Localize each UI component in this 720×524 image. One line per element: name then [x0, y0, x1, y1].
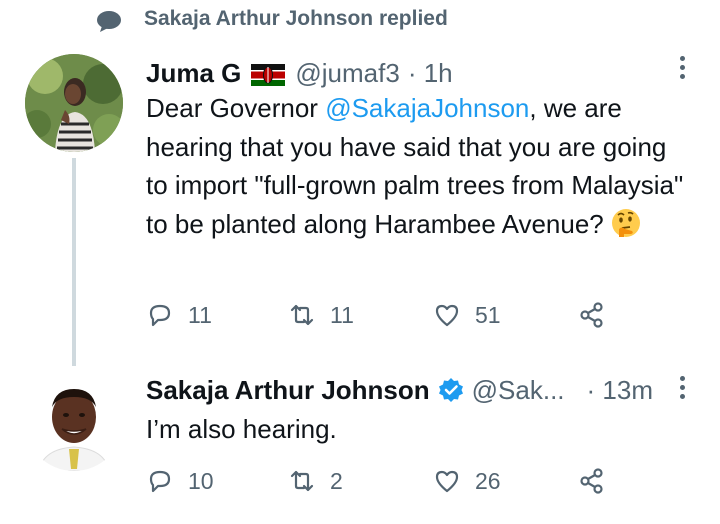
mention-link[interactable]: @SakajaJohnson [325, 93, 529, 123]
share-icon [580, 302, 603, 328]
thread-line [72, 158, 76, 366]
like-count: 26 [475, 467, 501, 494]
kenya-flag-icon [251, 62, 286, 86]
like-icon [435, 304, 459, 327]
more-icon[interactable] [677, 376, 687, 404]
tweet-actions: 11 11 51 [146, 298, 616, 332]
tweet-actions: 10 2 26 [146, 464, 616, 498]
share-button[interactable] [578, 298, 606, 332]
retweet-button[interactable]: 2 [288, 464, 343, 498]
reply-count: 11 [188, 301, 212, 328]
retweet-count: 11 [330, 301, 354, 328]
more-icon[interactable] [677, 56, 687, 84]
retweet-count: 2 [330, 467, 343, 494]
tweet-text-start: Dear Governor [146, 93, 326, 123]
like-icon [435, 470, 459, 493]
like-button[interactable]: 51 [433, 298, 501, 332]
reply-icon [149, 470, 171, 493]
tweet-header: Sakaja Arthur Johnson @Sak... · 13m [146, 372, 653, 408]
reply-button[interactable]: 11 [146, 298, 212, 332]
author-handle[interactable]: @jumaf3 [295, 58, 399, 89]
tweet-time[interactable]: · 1h [408, 58, 453, 89]
tweet-text: I’m also hearing. [146, 414, 337, 444]
avatar-sakaja-arthur-johnson[interactable] [25, 373, 123, 471]
reply-context-text: Sakaja Arthur Johnson replied [144, 7, 448, 30]
retweet-button[interactable]: 11 [288, 298, 354, 332]
like-button[interactable]: 26 [433, 464, 501, 498]
reply-button[interactable]: 10 [146, 464, 214, 498]
avatar-juma-g[interactable] [25, 54, 123, 152]
tweet-time[interactable]: · 13m [587, 375, 653, 406]
retweet-icon [290, 304, 314, 326]
reply-icon [149, 304, 171, 327]
share-button[interactable] [578, 464, 606, 498]
share-icon [580, 468, 603, 494]
tweet-text: Dear Governor @SakajaJohnson, we are hea… [146, 89, 686, 243]
tweet-header: Juma G @jumaf3 · 1h [146, 55, 453, 91]
verified-badge-icon [438, 378, 463, 402]
author-name[interactable]: Juma G [146, 58, 241, 89]
thinking-face-emoji [610, 207, 642, 239]
retweet-icon [290, 470, 314, 492]
like-count: 51 [475, 301, 501, 328]
reply-count: 10 [188, 467, 214, 494]
speech-bubble-icon [97, 11, 121, 32]
author-handle[interactable]: @Sak... [472, 375, 565, 406]
author-name[interactable]: Sakaja Arthur Johnson [146, 375, 430, 406]
